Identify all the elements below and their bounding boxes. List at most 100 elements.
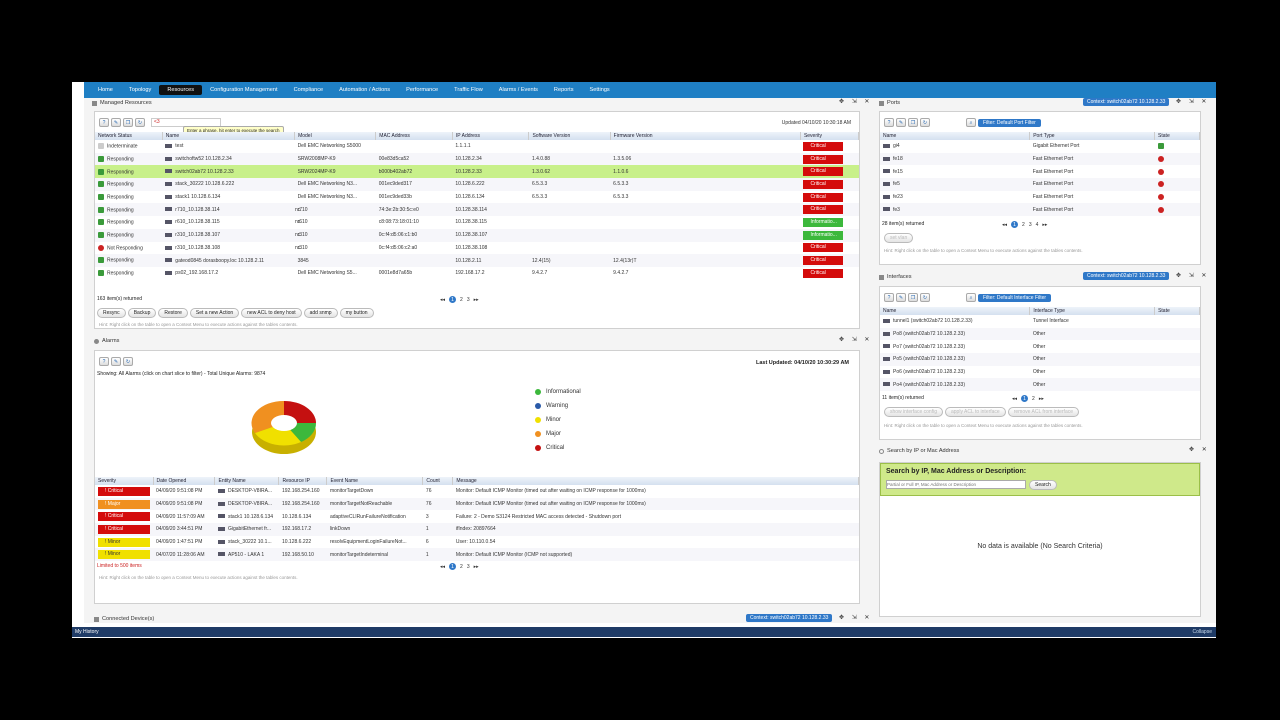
- interfaces-context[interactable]: Context: switch02ab72 10.128.2.33: [1083, 272, 1170, 280]
- column-header[interactable]: Entity Name: [214, 477, 280, 485]
- column-header[interactable]: Interface Type: [1029, 307, 1156, 315]
- search-panel-controls[interactable]: ✥ ✕: [1189, 446, 1210, 453]
- table-row[interactable]: Po4 (switch02ab72 10.128.2.33) Other: [880, 378, 1200, 392]
- table-row[interactable]: fe3 Fast Ethernet Port: [880, 203, 1200, 217]
- nav-item-settings[interactable]: Settings: [582, 85, 618, 95]
- first-page-icon[interactable]: ◂◂: [440, 564, 445, 570]
- column-header[interactable]: Name: [162, 132, 296, 140]
- column-header[interactable]: Port Type: [1029, 132, 1156, 140]
- table-row[interactable]: Responding stack1 10.128.6.134 Dell EMC In…: [95, 191, 859, 204]
- table-row[interactable]: ! Critical 04/09/20 9:51:08 PM DESKTOP-V8I…: [95, 485, 859, 498]
- table-row[interactable]: tunnel1 (switch02ab72 10.128.2.33) Tunnel…: [880, 315, 1200, 328]
- copy-icon[interactable]: ❐: [908, 293, 918, 302]
- copy-icon[interactable]: ❐: [908, 118, 918, 127]
- search-icon[interactable]: ⌕: [966, 118, 976, 127]
- page-4[interactable]: 4: [1036, 222, 1039, 228]
- page-2[interactable]: 2: [1022, 222, 1025, 228]
- nav-item-automation-actions[interactable]: Automation / Actions: [331, 85, 398, 95]
- next-page-icon[interactable]: ▸▸: [1042, 222, 1047, 228]
- refresh-icon[interactable]: ↻: [123, 357, 133, 366]
- column-header[interactable]: Name: [880, 307, 1031, 315]
- action-button-resync[interactable]: Resync: [97, 308, 126, 318]
- page-1[interactable]: 1: [1011, 221, 1019, 228]
- column-header[interactable]: Firmware Version: [610, 132, 801, 140]
- page-2[interactable]: 2: [460, 297, 463, 303]
- nav-item-alarms-events[interactable]: Alarms / Events: [491, 85, 546, 95]
- column-header[interactable]: IP Address: [452, 132, 530, 140]
- legend-item-critical[interactable]: Critical: [535, 441, 581, 455]
- column-header[interactable]: Date Opened: [153, 477, 216, 485]
- table-row[interactable]: ! Critical 04/09/20 11:57:09 AM stack1 10.…: [95, 510, 859, 523]
- nav-item-configuration-management[interactable]: Configuration Management: [202, 85, 285, 95]
- column-header[interactable]: Count: [422, 477, 454, 485]
- table-row[interactable]: ! Minor 04/07/20 11:28:06 AM AP510 - LAKA …: [95, 548, 859, 562]
- table-row[interactable]: Po6 (switch02ab72 10.128.2.33) Other: [880, 366, 1200, 379]
- table-row[interactable]: fe23 Fast Ethernet Port: [880, 191, 1200, 204]
- action-button-new-acl-to-deny-host[interactable]: new ACL to deny host: [241, 308, 302, 318]
- nav-item-performance[interactable]: Performance: [398, 85, 446, 95]
- action-button-my-button[interactable]: my button: [339, 308, 374, 318]
- table-row[interactable]: Responding gateod0845 dorasboopy.loc 10.1…: [95, 254, 859, 267]
- column-header[interactable]: Resource IP: [278, 477, 328, 485]
- column-header[interactable]: Severity: [95, 477, 154, 485]
- help-icon[interactable]: ?: [99, 357, 109, 366]
- page-2[interactable]: 2: [460, 564, 463, 570]
- column-header[interactable]: Name: [880, 132, 1031, 140]
- table-row[interactable]: Responding r610_10.128.38.115 Ruckus Wirel…: [95, 216, 859, 229]
- action-button-apply-acl-to-interface[interactable]: apply ACL to interface: [944, 407, 1006, 417]
- table-row[interactable]: ! Critical 04/09/20 3:44:51 PM GigabitEthe…: [95, 523, 859, 536]
- collapse-link[interactable]: Collapse: [1193, 629, 1212, 635]
- search-icon[interactable]: ⌕: [966, 293, 976, 302]
- table-row[interactable]: gi4 Gigabit Ethernet Port: [880, 140, 1200, 153]
- interfaces-filter-button[interactable]: Filter: Default Interface Filter: [978, 293, 1052, 302]
- help-icon[interactable]: ?: [884, 293, 894, 302]
- alarms-panel-controls[interactable]: ✥ ⇲ ✕: [839, 336, 872, 343]
- column-header[interactable]: Model: [294, 132, 377, 140]
- table-row[interactable]: Po7 (switch02ab72 10.128.2.33) Other: [880, 340, 1200, 353]
- managed-panel-controls[interactable]: ✥ ⇲ ✕: [839, 98, 872, 105]
- nav-item-traffic-flow[interactable]: Traffic Flow: [446, 85, 491, 95]
- search-input[interactable]: [886, 480, 1026, 489]
- managed-pager[interactable]: ◂◂ 1 2 3 ▸▸: [440, 296, 479, 303]
- action-button-add-snmp[interactable]: add snmp: [303, 308, 338, 318]
- help-icon[interactable]: ?: [99, 118, 109, 127]
- legend-item-informational[interactable]: Informational: [535, 385, 581, 399]
- action-button-remove-acl-from-interface[interactable]: remove ACL from interface: [1007, 407, 1080, 417]
- alarms-pager[interactable]: ◂◂ 1 2 3 ▸▸: [440, 563, 479, 570]
- interfaces-panel-controls[interactable]: ✥ ⇲ ✕: [1176, 272, 1209, 279]
- table-row[interactable]: fe5 Fast Ethernet Port: [880, 178, 1200, 191]
- ports-filter-button[interactable]: Filter: Default Port Filter: [978, 118, 1041, 127]
- alarms-donut-chart[interactable]: [249, 395, 319, 459]
- wrench-icon[interactable]: ✎: [896, 118, 906, 127]
- help-icon[interactable]: ?: [884, 118, 894, 127]
- page-1[interactable]: 1: [1021, 395, 1029, 402]
- column-header[interactable]: Event Name: [326, 477, 424, 485]
- page-3[interactable]: 3: [467, 564, 470, 570]
- nav-item-resources[interactable]: Resources: [159, 85, 203, 95]
- nav-item-topology[interactable]: Topology: [121, 85, 159, 95]
- refresh-icon[interactable]: ↻: [920, 118, 930, 127]
- table-row[interactable]: Not Responding r310_10.128.38.108 Ruckus W…: [95, 242, 859, 255]
- wrench-icon[interactable]: ✎: [111, 118, 121, 127]
- next-page-icon[interactable]: ▸▸: [1039, 396, 1044, 402]
- first-page-icon[interactable]: ◂◂: [440, 297, 445, 303]
- interfaces-pager[interactable]: ◂◂ 1 2 ▸▸: [1012, 395, 1044, 402]
- page-1[interactable]: 1: [449, 563, 457, 570]
- first-page-icon[interactable]: ◂◂: [1002, 222, 1007, 228]
- ports-context[interactable]: Context: switch02ab72 10.128.2.33: [1083, 98, 1170, 106]
- legend-item-major[interactable]: Major: [535, 427, 581, 441]
- legend-item-warning[interactable]: Warning: [535, 399, 581, 413]
- first-page-icon[interactable]: ◂◂: [1012, 396, 1017, 402]
- table-row[interactable]: Responding switch02ab72 10.128.2.33 Cisco …: [95, 165, 859, 179]
- table-row[interactable]: ! Minor 04/09/20 1:47:51 PM stack_30222 10…: [95, 536, 859, 549]
- table-row[interactable]: Po5 (switch02ab72 10.128.2.33) Other: [880, 353, 1200, 366]
- ports-panel-controls[interactable]: ✥ ⇲ ✕: [1176, 98, 1209, 105]
- ports-pager[interactable]: ◂◂ 1 2 3 4 ▸▸: [1002, 221, 1047, 228]
- column-header[interactable]: Network Status: [95, 132, 163, 140]
- column-header[interactable]: Software Version: [528, 132, 611, 140]
- table-row[interactable]: Responding stack_30222 10.128.6.222 Dell E…: [95, 178, 859, 191]
- search-button[interactable]: Search: [1029, 480, 1057, 490]
- column-header[interactable]: State: [1154, 132, 1200, 140]
- nav-item-compliance[interactable]: Compliance: [286, 85, 332, 95]
- table-row[interactable]: fe15 Fast Ethernet Port: [880, 165, 1200, 178]
